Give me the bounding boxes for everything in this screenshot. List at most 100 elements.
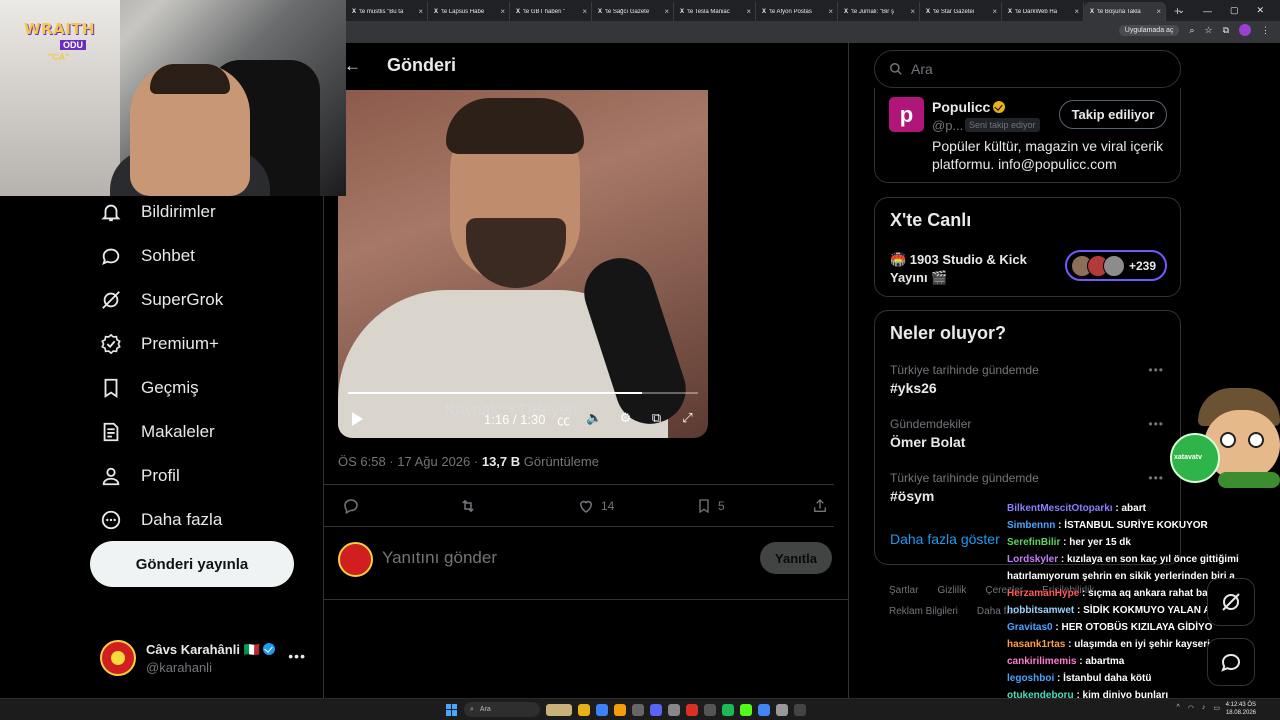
browser-tab[interactable]: X'te DarkWeb Ha ×	[1002, 2, 1084, 21]
browser-tab[interactable]: X'te Lapsus Habe ×	[428, 2, 510, 21]
battery-icon[interactable]: ▭	[1213, 704, 1220, 712]
taskbar-clock[interactable]: 4:12:43 ÖS 18.08.2026	[1226, 701, 1256, 717]
close-tab-icon[interactable]: ×	[828, 7, 833, 16]
nav-item-daha-fazla[interactable]: Daha fazla	[96, 498, 326, 542]
search-input[interactable]	[911, 61, 1151, 77]
taskbar-app-icon[interactable]	[704, 703, 716, 716]
close-window-button[interactable]: ✕	[1256, 5, 1264, 16]
browser-tab[interactable]: X'te Sağcı Gazete ×	[592, 2, 674, 21]
video-frame-hair	[446, 98, 584, 154]
taskbar-app-icon[interactable]	[758, 703, 770, 716]
mascot-plate	[1218, 472, 1280, 488]
nav-item-sohbet[interactable]: Sohbet	[96, 234, 326, 278]
search-bar[interactable]	[874, 50, 1181, 88]
grok-floating-button[interactable]	[1207, 578, 1255, 626]
account-switcher[interactable]: Câvs Karahânli 🇮🇹 @karahanli •••	[100, 638, 310, 678]
footer-link[interactable]: Şartlar	[889, 585, 918, 596]
browser-tab[interactable]: X'te Jurnali: "Bir ş ×	[838, 2, 920, 21]
taskbar-app-icon[interactable]	[794, 703, 806, 716]
browser-tab[interactable]: X'te Afyon Postas ×	[756, 2, 838, 21]
browser-tab[interactable]: X'te Tesla Maniac ×	[674, 2, 756, 21]
nav-item-profil[interactable]: Profil	[96, 454, 326, 498]
browser-tab[interactable]: X'te Boşuna Takla ×	[1084, 2, 1166, 21]
close-tab-icon[interactable]: ×	[664, 7, 669, 16]
tray-chevron-icon[interactable]: ^	[1176, 704, 1179, 712]
fullscreen-icon[interactable]: ⤢	[678, 410, 697, 429]
close-tab-icon[interactable]: ×	[746, 7, 751, 16]
nav-item-bildirimler[interactable]: Bildirimler	[96, 190, 326, 234]
captions-icon[interactable]: ㏄	[554, 410, 573, 429]
populicc-logo[interactable]: p	[889, 97, 924, 132]
taskbar-app-icon[interactable]	[632, 703, 644, 716]
volume-icon[interactable]: 🔈	[585, 410, 604, 429]
volume-icon[interactable]: ♪	[1202, 704, 1206, 712]
zoom-icon[interactable]: ⌕	[1189, 25, 1194, 36]
bookmark-star-icon[interactable]: ☆	[1204, 25, 1212, 36]
browser-tab[interactable]: X'te mustlis "Bu ta ×	[346, 2, 428, 21]
settings-gear-icon[interactable]: ⚙	[616, 410, 635, 429]
nav-item-premium-[interactable]: Premium+	[96, 322, 326, 366]
messages-floating-button[interactable]	[1207, 638, 1255, 686]
reply-action[interactable]	[342, 497, 360, 515]
bookmark-icon	[699, 499, 709, 514]
close-tab-icon[interactable]: ×	[1074, 7, 1079, 16]
footer-link[interactable]: Gizlilik	[937, 585, 966, 596]
play-icon[interactable]	[352, 412, 363, 426]
minimize-button[interactable]: —	[1203, 6, 1212, 16]
close-tab-icon[interactable]: ×	[910, 7, 915, 16]
maximize-button[interactable]: ▢	[1230, 5, 1239, 16]
repost-action[interactable]	[458, 497, 478, 515]
taskbar-app-icon[interactable]	[776, 703, 788, 716]
pip-icon[interactable]: ⧉	[647, 410, 666, 429]
following-button[interactable]: Takip ediliyor	[1059, 100, 1167, 129]
discord-icon[interactable]	[650, 703, 662, 716]
close-tab-icon[interactable]: ×	[418, 7, 423, 16]
tab-search-icon[interactable]: ⌄	[1177, 5, 1185, 16]
more-options-icon[interactable]: •••	[288, 648, 306, 664]
folder-icon[interactable]	[614, 703, 626, 716]
close-tab-icon[interactable]: ×	[500, 7, 505, 16]
post-button[interactable]: Gönderi yayınla	[90, 541, 294, 587]
show-more-link[interactable]: Daha fazla göster	[890, 531, 1000, 547]
close-tab-icon[interactable]: ×	[582, 7, 587, 16]
live-listeners[interactable]: +239	[1065, 250, 1167, 281]
reply-input[interactable]	[382, 548, 742, 568]
spotify-icon[interactable]	[722, 703, 734, 716]
more-options-icon[interactable]: •••	[1148, 417, 1164, 431]
video-progress-bar[interactable]	[348, 392, 698, 394]
browser-tab[interactable]: X'te Star Gazeteı ×	[920, 2, 1002, 21]
nav-item-supergrok[interactable]: SuperGrok	[96, 278, 326, 322]
trend-item[interactable]: Gündemdekiler Ömer Bolat •••	[890, 417, 1170, 450]
extensions-icon[interactable]: ⧉	[1223, 25, 1229, 36]
taskbar-app-icon[interactable]	[596, 703, 608, 716]
chrome-icon[interactable]	[578, 703, 590, 716]
like-action[interactable]: 14	[577, 497, 614, 515]
footer-link[interactable]: Reklam Bilgileri	[889, 606, 958, 617]
browser-profile-avatar[interactable]	[1239, 24, 1251, 36]
browser-menu-icon[interactable]: ⋮	[1261, 25, 1270, 36]
nav-item-ge-mi-[interactable]: Geçmiş	[96, 366, 326, 410]
share-action[interactable]	[812, 497, 828, 515]
windows-start-icon[interactable]	[446, 703, 458, 716]
live-item[interactable]: 🏟️ 1903 Studio & Kick Yayını 🎬	[890, 251, 1050, 287]
close-tab-icon[interactable]: ×	[992, 7, 997, 16]
taskbar-app-icon[interactable]	[668, 703, 680, 716]
heart-icon	[579, 500, 593, 513]
trend-item[interactable]: Türkiye tarihinde gündemde #yks26 •••	[890, 363, 1170, 396]
wifi-icon[interactable]: ◠	[1188, 704, 1194, 712]
taskbar-search[interactable]: ⌕ Ara	[464, 702, 540, 717]
back-arrow-icon[interactable]: ←	[344, 56, 361, 76]
nav-item-makaleler[interactable]: Makaleler	[96, 410, 326, 454]
more-options-icon[interactable]: •••	[1148, 471, 1164, 485]
bookmark-action[interactable]: 5	[696, 497, 725, 515]
video-player[interactable]: Kaynak: YT/Beyeh 1:16 / 1:30 ㏄ 🔈 ⚙ ⧉ ⤢	[338, 90, 708, 438]
kick-icon[interactable]	[740, 703, 752, 716]
more-options-icon[interactable]: •••	[1148, 363, 1164, 377]
close-tab-icon[interactable]: ×	[1156, 7, 1161, 16]
browser-tab[interactable]: X'te GBT haberi " ×	[510, 2, 592, 21]
taskbar-app-icon[interactable]	[686, 703, 698, 716]
taskbar-app-icon[interactable]	[546, 703, 572, 716]
profile-name[interactable]: Populicc	[932, 99, 990, 115]
reply-button[interactable]: Yanıtla	[760, 542, 832, 574]
open-in-app-button[interactable]: Uygulamada aç	[1118, 24, 1180, 36]
